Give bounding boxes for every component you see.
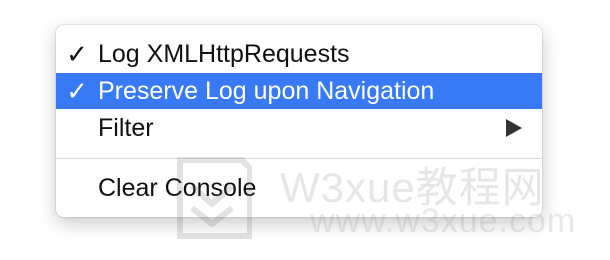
submenu-arrow-icon (506, 119, 522, 137)
menu-item-filter[interactable]: Filter (56, 109, 542, 147)
menu-item-log-xmlhttprequests[interactable]: ✓ Log XMLHttpRequests (56, 35, 542, 73)
menu-item-clear-console[interactable]: Clear Console (56, 169, 542, 207)
menu-item-preserve-log[interactable]: ✓ Preserve Log upon Navigation (56, 73, 542, 109)
menu-item-label: Clear Console (98, 173, 257, 202)
checkmark-icon: ✓ (66, 75, 88, 106)
context-menu: ✓ Log XMLHttpRequests ✓ Preserve Log upo… (56, 25, 542, 217)
menu-separator (56, 158, 542, 159)
menu-item-label: Preserve Log upon Navigation (98, 76, 435, 105)
menu-item-label: Log XMLHttpRequests (98, 39, 350, 68)
menu-item-label: Filter (98, 113, 154, 142)
stage: ✓ Log XMLHttpRequests ✓ Preserve Log upo… (0, 0, 610, 260)
checkmark-icon: ✓ (66, 38, 88, 69)
